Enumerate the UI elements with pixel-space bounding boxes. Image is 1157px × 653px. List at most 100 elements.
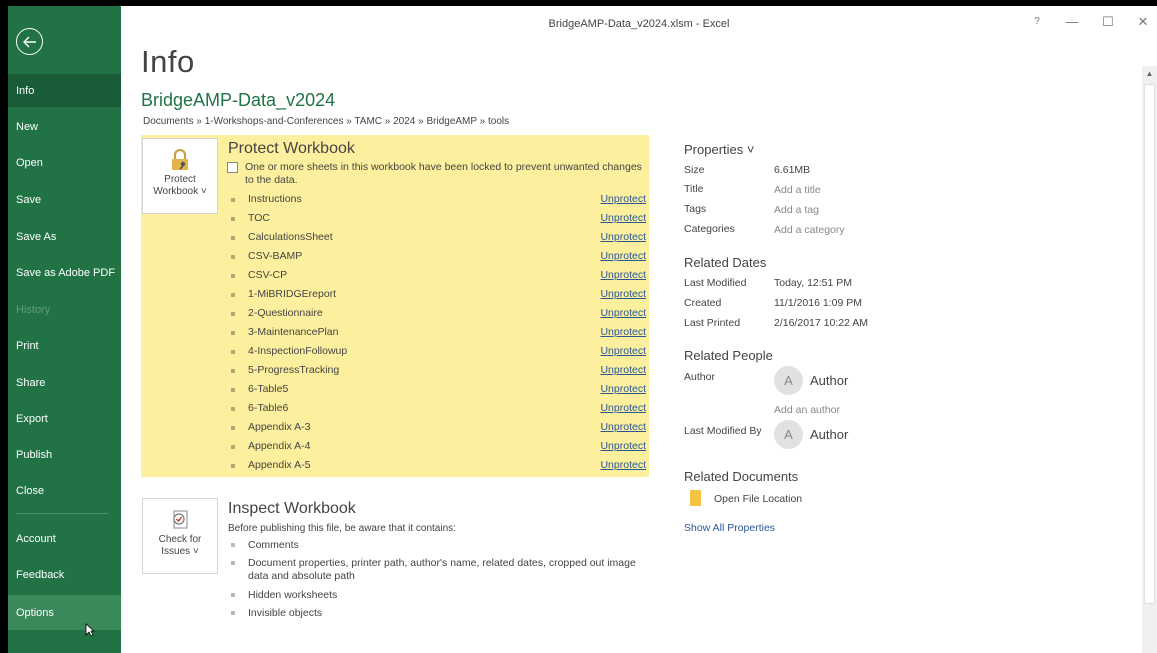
- sheet-name: CalculationsSheet: [248, 231, 333, 243]
- sidebar-item-new[interactable]: New: [8, 110, 121, 143]
- scroll-thumb[interactable]: [1144, 84, 1155, 604]
- unprotect-link[interactable]: Unprotect: [600, 269, 646, 281]
- unprotect-link[interactable]: Unprotect: [600, 345, 646, 357]
- last-printed-value: 2/16/2017 10:22 AM: [774, 317, 868, 329]
- inspect-workbook-title: Inspect Workbook: [228, 500, 356, 517]
- bullet-icon: [231, 331, 235, 335]
- show-all-properties-link[interactable]: Show All Properties: [684, 522, 775, 534]
- sidebar-item-options[interactable]: Options: [8, 595, 121, 630]
- protect-workbook-button[interactable]: Protect Workbook ˅: [142, 138, 218, 214]
- mouse-cursor-icon: [85, 623, 95, 637]
- back-button[interactable]: [16, 28, 43, 55]
- unprotect-link[interactable]: Unprotect: [600, 421, 646, 433]
- unprotect-link[interactable]: Unprotect: [600, 364, 646, 376]
- sidebar-item-close[interactable]: Close: [8, 474, 121, 507]
- inspect-item: Invisible objects: [228, 607, 658, 620]
- bullet-icon: [231, 561, 235, 565]
- minimize-button[interactable]: —: [1062, 14, 1082, 29]
- inspect-item: Comments: [228, 539, 658, 552]
- help-button[interactable]: ?: [1027, 16, 1047, 27]
- inspect-document-icon: [173, 510, 188, 529]
- protected-sheet-row: 2-Questionnaire Unprotect: [228, 305, 646, 324]
- size-value: 6.61MB: [774, 164, 811, 176]
- check-issues-label-1: Check for: [158, 534, 202, 545]
- back-arrow-icon: [22, 36, 36, 47]
- protected-sheet-row: 6-Table6 Unprotect: [228, 400, 646, 419]
- title-input[interactable]: Add a title: [774, 184, 821, 196]
- sidebar-item-account[interactable]: Account: [8, 522, 121, 555]
- sheet-name: 1-MiBRIDGEreport: [248, 288, 337, 300]
- backstage-sidebar: Info New Open Save Save As Save as Adobe…: [8, 6, 121, 653]
- author-avatar[interactable]: A: [774, 366, 803, 395]
- author-name[interactable]: Author: [810, 373, 848, 388]
- sheet-lock-icon: [227, 162, 238, 173]
- inspect-item-text: Document properties, printer path, autho…: [248, 557, 636, 582]
- protected-sheet-row: CalculationsSheet Unprotect: [228, 229, 646, 248]
- properties-heading[interactable]: Properties ˅: [684, 142, 754, 157]
- inspect-item-text: Invisible objects: [248, 607, 323, 619]
- sidebar-item-export[interactable]: Export: [8, 402, 121, 435]
- protected-sheet-row: 4-InspectionFollowup Unprotect: [228, 343, 646, 362]
- sidebar-item-feedback[interactable]: Feedback: [8, 558, 121, 591]
- sheet-name: 6-Table5: [248, 383, 289, 395]
- sidebar-item-open[interactable]: Open: [8, 146, 121, 179]
- protected-sheet-row: Appendix A-3 Unprotect: [228, 419, 646, 438]
- sidebar-item-save-as[interactable]: Save As: [8, 220, 121, 253]
- unprotect-link[interactable]: Unprotect: [600, 307, 646, 319]
- sheet-name: CSV-CP: [248, 269, 288, 281]
- scroll-up-arrow-icon[interactable]: ▲: [1142, 66, 1157, 82]
- sidebar-item-info[interactable]: Info: [8, 74, 121, 107]
- folder-icon: [690, 490, 701, 506]
- tags-input[interactable]: Add a tag: [774, 204, 819, 216]
- unprotect-link[interactable]: Unprotect: [600, 193, 646, 205]
- page-title: Info: [141, 44, 195, 79]
- breadcrumb[interactable]: Documents » 1-Workshops-and-Conferences …: [143, 116, 509, 127]
- unprotect-link[interactable]: Unprotect: [600, 326, 646, 338]
- protected-sheet-row: CSV-BAMP Unprotect: [228, 248, 646, 267]
- related-people-heading: Related People: [684, 348, 773, 363]
- unprotect-link[interactable]: Unprotect: [600, 288, 646, 300]
- unprotect-link[interactable]: Unprotect: [600, 459, 646, 471]
- sheet-name: 6-Table6: [248, 402, 289, 414]
- protected-sheet-row: Appendix A-5 Unprotect: [228, 457, 646, 476]
- sheet-name: Appendix A-4: [248, 440, 311, 452]
- protected-sheet-row: CSV-CP Unprotect: [228, 267, 646, 286]
- bullet-icon: [231, 445, 235, 449]
- sidebar-item-print[interactable]: Print: [8, 329, 121, 362]
- sidebar-item-save-as-adobe-pdf[interactable]: Save as Adobe PDF: [8, 256, 121, 289]
- sheet-name: Instructions: [248, 193, 302, 205]
- unprotect-link[interactable]: Unprotect: [600, 383, 646, 395]
- unprotect-link[interactable]: Unprotect: [600, 231, 646, 243]
- vertical-scrollbar[interactable]: ▲: [1142, 66, 1157, 653]
- last-modified-by-avatar[interactable]: A: [774, 420, 803, 449]
- categories-label: Categories: [684, 223, 735, 235]
- created-label: Created: [684, 297, 722, 309]
- sidebar-item-save[interactable]: Save: [8, 183, 121, 216]
- unprotect-link[interactable]: Unprotect: [600, 402, 646, 414]
- window-title: BridgeAMP-Data_v2024.xlsm - Excel: [548, 18, 730, 30]
- unprotect-link[interactable]: Unprotect: [600, 250, 646, 262]
- sidebar-item-publish[interactable]: Publish: [8, 438, 121, 471]
- check-for-issues-button[interactable]: Check for Issues ˅: [142, 498, 218, 574]
- title-bar: BridgeAMP-Data_v2024.xlsm - Excel ? — ☐ …: [121, 6, 1157, 40]
- open-file-location-link[interactable]: Open File Location: [714, 493, 802, 505]
- sheet-name: 3-MaintenancePlan: [248, 326, 339, 338]
- bullet-icon: [231, 369, 235, 373]
- unprotect-link[interactable]: Unprotect: [600, 440, 646, 452]
- sidebar-divider: [16, 513, 108, 514]
- maximize-button[interactable]: ☐: [1098, 14, 1118, 30]
- categories-input[interactable]: Add a category: [774, 224, 845, 236]
- size-label: Size: [684, 164, 705, 176]
- add-author-input[interactable]: Add an author: [774, 404, 840, 416]
- protect-description: One or more sheets in this workbook have…: [245, 161, 642, 186]
- unprotect-link[interactable]: Unprotect: [600, 212, 646, 224]
- sidebar-item-share[interactable]: Share: [8, 366, 121, 399]
- sheet-name: CSV-BAMP: [248, 250, 303, 262]
- last-modified-by-name[interactable]: Author: [810, 427, 848, 442]
- protected-sheet-row: 1-MiBRIDGEreport Unprotect: [228, 286, 646, 305]
- protected-sheet-row: 5-ProgressTracking Unprotect: [228, 362, 646, 381]
- last-printed-label: Last Printed: [684, 317, 741, 329]
- close-button[interactable]: ✕: [1133, 14, 1153, 30]
- bullet-icon: [231, 293, 235, 297]
- last-modified-by-label: Last Modified By: [684, 425, 762, 437]
